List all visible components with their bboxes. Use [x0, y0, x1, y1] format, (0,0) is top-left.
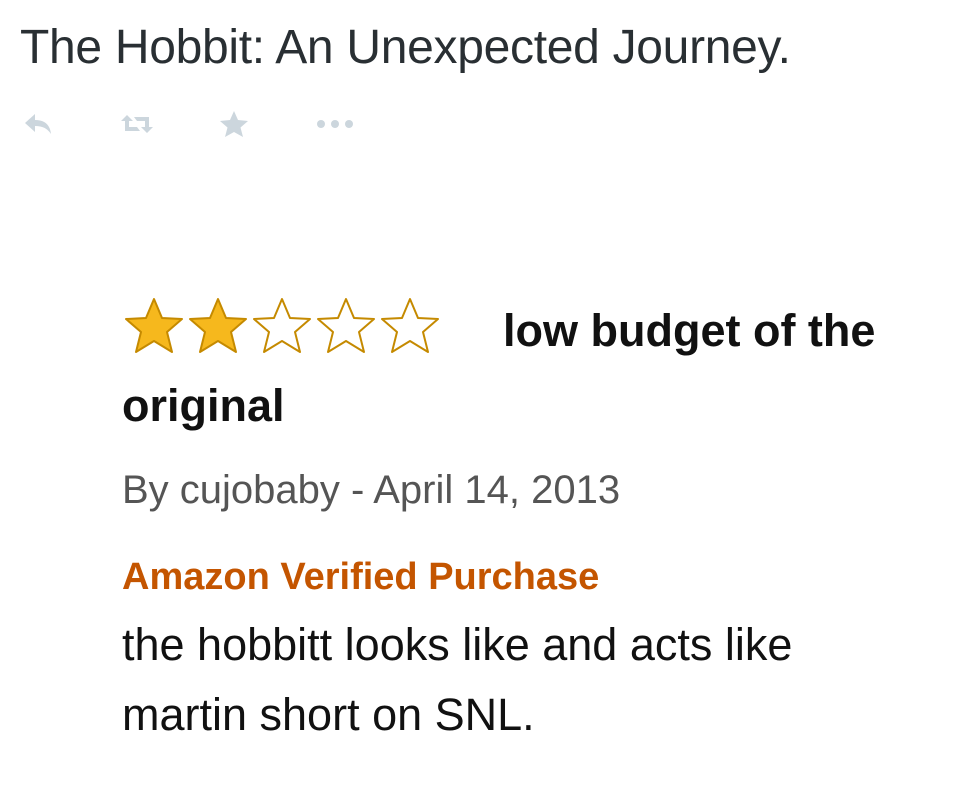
star-filled-icon: [122, 296, 186, 356]
review-title: low budget of the: [503, 305, 876, 356]
review-title-continued: original: [122, 380, 285, 431]
review-screenshot: low budget of the original By cujobaby -…: [0, 0, 980, 787]
star-empty-icon: [314, 296, 378, 356]
star-empty-icon: [250, 296, 314, 356]
star-filled-icon: [186, 296, 250, 356]
review-body-line: martin short on SNL.: [122, 689, 535, 740]
verified-purchase-badge: Amazon Verified Purchase: [122, 556, 600, 598]
star-rating: [122, 296, 442, 356]
star-empty-icon: [378, 296, 442, 356]
review-body-line: the hobbitt looks like and acts like: [122, 619, 793, 670]
review-byline: By cujobaby - April 14, 2013: [122, 468, 621, 512]
